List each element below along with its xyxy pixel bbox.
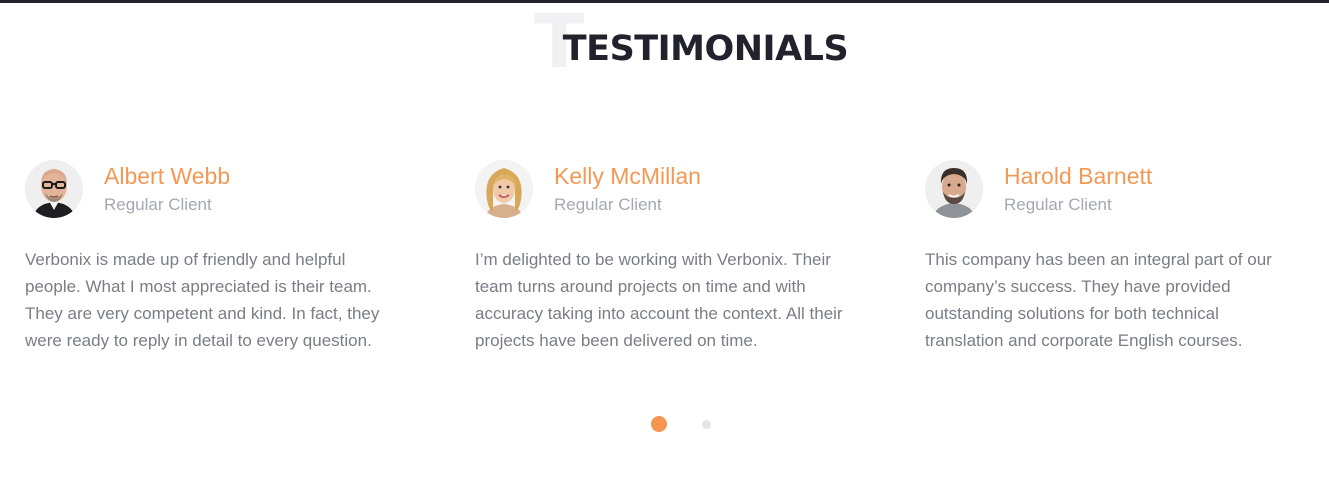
bearded-man-avatar [925, 160, 983, 218]
testimonial-author-name: Harold Barnett [1004, 163, 1153, 189]
section-header: T TESTIMONIALS [0, 0, 1329, 90]
testimonial-author-role: Regular Client [104, 195, 212, 214]
testimonial-author-name: Albert Webb [104, 163, 231, 189]
pagination-dot-2[interactable] [702, 420, 711, 429]
testimonial-author-role: Regular Client [554, 195, 662, 214]
bald-man-with-glasses-avatar [25, 160, 83, 218]
pagination-dot-1[interactable] [651, 416, 667, 432]
testimonial-author-name: Kelly McMillan [554, 163, 701, 189]
testimonial-author-role: Regular Client [1004, 195, 1112, 214]
testimonial-quote: This company has been an integral part o… [925, 250, 1272, 350]
testimonial-quote: Verbonix is made up of friendly and help… [25, 250, 380, 350]
testimonial-quote: I’m delighted to be working with Verboni… [475, 250, 843, 350]
section-title: TESTIMONIALS [562, 29, 849, 69]
blonde-woman-avatar [475, 160, 533, 218]
